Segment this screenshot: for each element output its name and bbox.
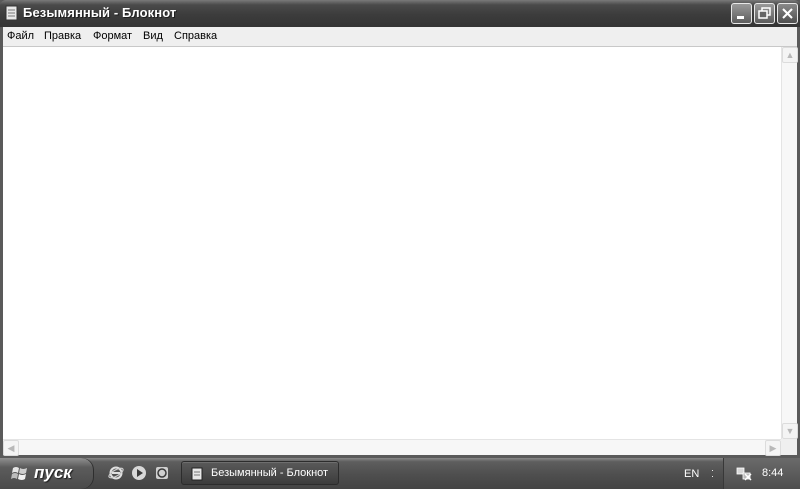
- notepad-window: Безымянный - Блокнот Файл Правка Формат …: [0, 0, 800, 458]
- messenger-icon[interactable]: [154, 465, 170, 481]
- vertical-scrollbar[interactable]: ▲ ▼: [781, 47, 798, 439]
- language-bar-grip[interactable]: · ·: [711, 466, 714, 481]
- close-icon: [782, 8, 793, 19]
- windows-logo-icon: [11, 467, 27, 480]
- scroll-up-button[interactable]: ▲: [782, 47, 798, 63]
- clock[interactable]: 8:44: [762, 467, 783, 479]
- taskbar-notepad-label: Безымянный - Блокнот: [211, 467, 329, 479]
- menu-file[interactable]: Файл: [7, 30, 34, 42]
- restore-button[interactable]: [754, 3, 775, 24]
- scroll-left-button[interactable]: ◀: [3, 440, 19, 456]
- minimize-icon: [737, 16, 744, 19]
- media-player-icon[interactable]: [131, 465, 147, 481]
- menu-format[interactable]: Формат: [93, 30, 132, 42]
- scroll-right-button[interactable]: ▶: [765, 440, 781, 456]
- menu-help[interactable]: Справка: [174, 30, 217, 42]
- scroll-down-button[interactable]: ▼: [782, 423, 798, 439]
- window-title: Безымянный - Блокнот: [23, 5, 177, 20]
- system-tray: 8:44: [723, 458, 800, 489]
- taskbar-notepad-button[interactable]: Безымянный - Блокнот: [181, 461, 339, 485]
- language-indicator[interactable]: EN: [684, 468, 699, 480]
- start-button[interactable]: пуск: [0, 458, 94, 489]
- restore-icon: [758, 7, 771, 19]
- internet-explorer-icon[interactable]: [108, 465, 124, 481]
- network-icon[interactable]: [735, 465, 753, 483]
- scroll-corner: [781, 439, 797, 455]
- horizontal-scrollbar[interactable]: ◀ ▶: [3, 439, 781, 456]
- text-editor[interactable]: [3, 47, 781, 439]
- notepad-icon: [5, 5, 18, 21]
- menu-view[interactable]: Вид: [143, 30, 163, 42]
- notepad-icon: [191, 467, 203, 481]
- title-bar[interactable]: Безымянный - Блокнот: [0, 0, 800, 27]
- minimize-button[interactable]: [731, 3, 752, 24]
- editor-area: ▲ ▼ ◀ ▶: [3, 47, 798, 456]
- close-button[interactable]: [777, 3, 798, 24]
- start-label: пуск: [34, 463, 72, 482]
- menu-edit[interactable]: Правка: [44, 30, 81, 42]
- taskbar: пуск Безымянный - Блокнот EN · · 8:44: [0, 458, 800, 489]
- menu-bar: Файл Правка Формат Вид Справка: [3, 27, 797, 47]
